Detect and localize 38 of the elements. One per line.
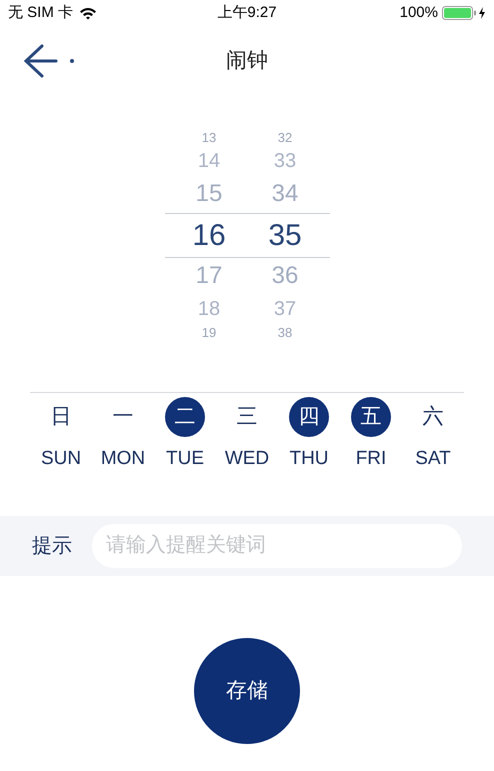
battery-charging-icon — [442, 6, 486, 20]
hint-input-field[interactable]: 请输入提醒关键词 — [92, 524, 462, 568]
picker-value[interactable]: 34 — [272, 176, 298, 212]
picker-value[interactable]: 15 — [196, 176, 222, 212]
weekday-abbr: SAT — [415, 447, 451, 471]
save-button[interactable]: 存储 — [194, 638, 300, 744]
weekday-toggle[interactable]: 一 — [103, 397, 143, 437]
picker-value[interactable]: 14 — [198, 146, 220, 176]
wifi-icon — [79, 6, 98, 20]
picker-value[interactable]: 13 — [202, 131, 216, 144]
weekday-abbr: FRI — [356, 447, 386, 471]
weekday-abbr: TUE — [166, 447, 204, 471]
picker-value[interactable]: 16 — [192, 212, 226, 258]
carrier-text: 无 SIM 卡 — [8, 2, 74, 23]
picker-value[interactable]: 37 — [274, 294, 296, 324]
battery-text: 100% — [400, 2, 438, 23]
weekday-abbr: SUN — [40, 447, 82, 471]
clock-text: 上午9:27 — [217, 2, 277, 23]
weekday-toggle[interactable]: 四 — [289, 397, 329, 437]
picker-value[interactable]: 17 — [196, 258, 222, 294]
picker-value[interactable]: 32 — [278, 131, 292, 144]
picker-value[interactable]: 19 — [202, 326, 216, 339]
weekday-toggle[interactable]: 五 — [351, 397, 391, 437]
picker-value[interactable]: 38 — [278, 326, 292, 339]
picker-value[interactable]: 18 — [198, 294, 220, 324]
picker-value[interactable]: 36 — [272, 258, 298, 294]
picker-value[interactable]: 35 — [268, 212, 302, 258]
hint-label: 提示 — [32, 534, 72, 558]
picker-value[interactable]: 33 — [274, 146, 296, 176]
page-title: 闹钟 — [226, 48, 268, 74]
weekday-toggle[interactable]: 二 — [165, 397, 205, 437]
weekday-abbr: MON — [100, 447, 146, 471]
weekday-abbr: WED — [224, 447, 270, 471]
weekday-toggle[interactable]: 三 — [227, 397, 267, 437]
back-arrow-icon — [22, 44, 76, 78]
weekday-toggle[interactable]: 六 — [413, 397, 453, 437]
weekday-toggle[interactable]: 日 — [41, 397, 81, 437]
weekday-abbr: THU — [289, 447, 329, 471]
